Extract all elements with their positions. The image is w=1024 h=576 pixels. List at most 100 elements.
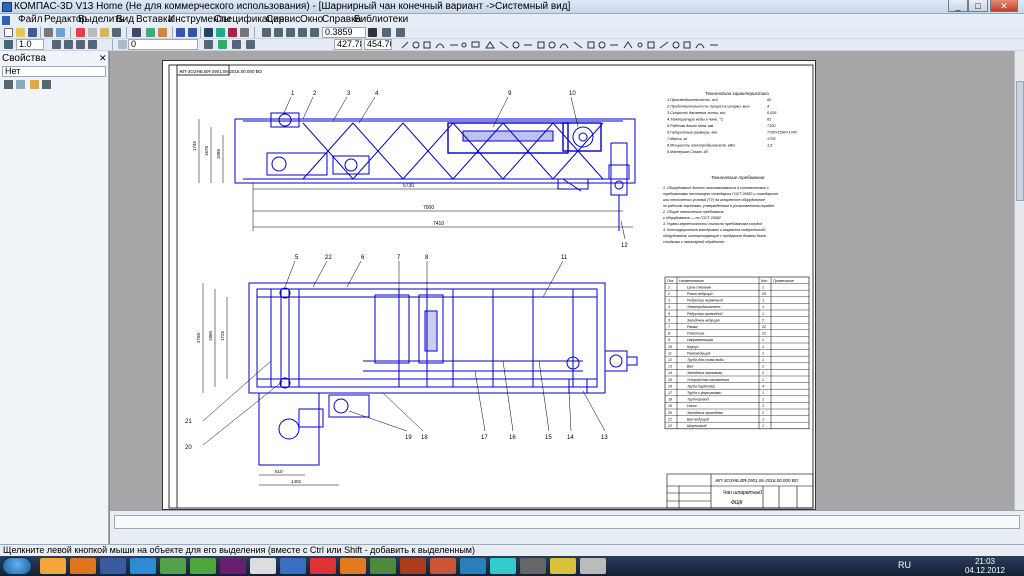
separator — [70, 27, 71, 38]
preview-icon[interactable] — [56, 28, 65, 37]
redo-icon[interactable] — [188, 28, 197, 37]
spec-cell: Труба барботёр — [687, 384, 715, 388]
save-icon[interactable] — [28, 28, 37, 37]
taskbar-chat-icon[interactable] — [490, 558, 516, 574]
coord-x-input[interactable]: 427.78 — [334, 39, 362, 50]
layer-state-icon[interactable] — [204, 40, 213, 49]
geometry-toolbar[interactable] — [400, 40, 730, 50]
doc-icon[interactable] — [2, 16, 10, 25]
menu-file[interactable]: Файл — [18, 14, 43, 26]
new-file-icon[interactable] — [4, 28, 13, 37]
taskbar-skype-icon[interactable] — [160, 558, 186, 574]
taskbar-folder-icon[interactable] — [40, 558, 66, 574]
grid-icon[interactable] — [52, 40, 61, 49]
panel-sort-icon[interactable] — [4, 80, 13, 89]
spec-cell: Шпрековый — [687, 424, 707, 428]
close-button[interactable]: ✕ — [990, 0, 1018, 12]
pan-icon[interactable] — [368, 28, 377, 37]
panel-list-icon[interactable] — [42, 80, 51, 89]
taskbar-opera-icon[interactable] — [310, 558, 336, 574]
window-title: КОМПАС-3D V13 Home (Не для коммерческого… — [14, 1, 571, 12]
taskbar-kompas-icon[interactable] — [460, 558, 486, 574]
help-icon[interactable] — [240, 28, 249, 37]
drawing-sheet[interactable]: ЖП-3ОЗНБ.ВЯ-2901.06-2016.00.000 ВО 5730 … — [162, 60, 816, 510]
refresh-icon[interactable] — [396, 28, 405, 37]
local-cs-icon[interactable] — [64, 40, 73, 49]
taskbar-calc-icon[interactable] — [580, 558, 606, 574]
vertical-scrollbar[interactable] — [1014, 51, 1024, 510]
scrollbar-thumb[interactable] — [1016, 81, 1024, 201]
undo-icon[interactable] — [176, 28, 185, 37]
taskbar-m-icon[interactable] — [520, 558, 546, 574]
zoom-scale-icon[interactable] — [298, 28, 307, 37]
minimize-button[interactable]: _ — [948, 0, 968, 12]
snap-icon[interactable] — [88, 40, 97, 49]
command-input-area[interactable] — [114, 515, 1020, 529]
dim-top-4: 1745 — [192, 140, 197, 151]
balloon-17: 17 — [481, 435, 488, 441]
library-icon[interactable] — [204, 28, 213, 37]
panel-folder-icon[interactable] — [30, 80, 39, 89]
paste-icon[interactable] — [100, 28, 109, 37]
open-folder-icon[interactable] — [16, 28, 25, 37]
language-indicator[interactable]: RU — [898, 560, 911, 570]
taskbar-player-icon[interactable] — [220, 558, 246, 574]
print-icon[interactable] — [44, 28, 53, 37]
zoom-input[interactable]: 0.3859 — [322, 27, 366, 38]
panel-close-icon[interactable]: ✕ — [99, 53, 107, 64]
menu-view[interactable]: Вид — [116, 14, 134, 26]
taskbar-media-icon[interactable] — [100, 558, 126, 574]
cursor-icon[interactable] — [246, 40, 255, 49]
layer-select[interactable]: 0 — [128, 39, 198, 50]
menu-window[interactable]: Окно — [300, 14, 323, 26]
balloon-16: 16 — [509, 435, 516, 441]
taskbar-disc-icon[interactable] — [250, 558, 276, 574]
taskbar-pdf-icon[interactable] — [430, 558, 456, 574]
start-button[interactable] — [2, 557, 32, 575]
separator — [254, 27, 255, 38]
zoom-previous-icon[interactable] — [310, 28, 319, 37]
properties-icon[interactable] — [132, 28, 141, 37]
zoom-in-icon[interactable] — [274, 28, 283, 37]
cut-icon[interactable] — [76, 28, 85, 37]
dimension-icon[interactable] — [228, 28, 237, 37]
variables-icon[interactable] — [158, 28, 167, 37]
taskbar-archive-icon[interactable] — [370, 558, 396, 574]
ortho-icon[interactable] — [76, 40, 85, 49]
taskbar-flash-icon[interactable] — [340, 558, 366, 574]
balloon-18: 18 — [421, 435, 428, 441]
rounding-icon[interactable] — [232, 40, 241, 49]
spec-cell: Электродвигатель — [687, 305, 721, 309]
taskbar-triangle-icon[interactable] — [130, 558, 156, 574]
spec-cell: 14 — [668, 371, 672, 375]
zoom-out-icon[interactable] — [286, 28, 295, 37]
format-icon[interactable] — [112, 28, 121, 37]
menu-service[interactable]: Сервис — [266, 14, 300, 26]
balloon-21: 21 — [185, 419, 192, 425]
taskbar-torrent-icon[interactable] — [190, 558, 216, 574]
system-clock[interactable]: 21:03 04.12.2012 — [960, 557, 1010, 575]
coord-y-input[interactable]: 454.70 — [364, 39, 392, 50]
requirement-line: требованиями настоящего стандарта ГОСТ 2… — [663, 192, 778, 196]
taskbar-word-icon[interactable] — [400, 558, 426, 574]
taskbar-notes-icon[interactable] — [550, 558, 576, 574]
spec-cell: 15 — [668, 378, 672, 382]
balloon-3: 3 — [347, 91, 351, 97]
step-input[interactable]: 1.0 — [16, 39, 44, 50]
geometry-icon[interactable] — [216, 28, 225, 37]
panel-select[interactable]: Нет — [2, 66, 106, 77]
taskbar-app-icon[interactable] — [280, 558, 306, 574]
panel-filter-icon[interactable] — [16, 80, 25, 89]
balloon-7: 7 — [397, 255, 401, 261]
spec-cell: Редуктор червячный — [687, 299, 723, 303]
spec-cell: 1 — [762, 391, 764, 395]
snap-mode-icon[interactable] — [218, 40, 227, 49]
copy-icon[interactable] — [88, 28, 97, 37]
show-all-icon[interactable] — [382, 28, 391, 37]
balloon-10: 10 — [569, 91, 576, 97]
manager-icon[interactable] — [146, 28, 155, 37]
taskbar-firefox-icon[interactable] — [70, 558, 96, 574]
zoom-window-icon[interactable] — [262, 28, 271, 37]
menu-libraries[interactable]: Библиотеки — [354, 14, 408, 26]
maximize-button[interactable]: □ — [968, 0, 988, 12]
